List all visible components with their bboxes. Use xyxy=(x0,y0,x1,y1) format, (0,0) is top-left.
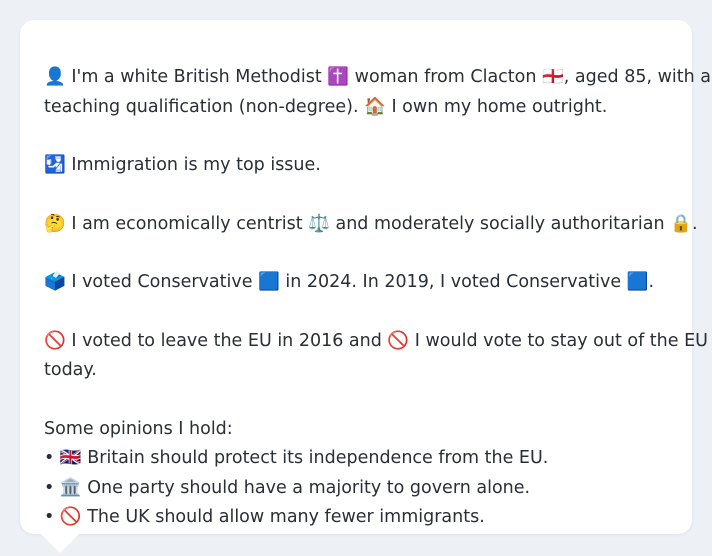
intro-line-2: teaching qualification (non-degree). 🏠 I… xyxy=(44,96,608,117)
eu-line-1: 🚫 I voted to leave the EU in 2016 and 🚫 … xyxy=(44,330,708,351)
opinion-item: • 🏛️ One party should have a majority to… xyxy=(44,477,531,498)
votes-text: 🗳️ I voted Conservative 🟦 in 2024. In 20… xyxy=(44,272,655,292)
opinion-item: • 🚫 The UK should allow many fewer immig… xyxy=(44,507,485,527)
ideology-paragraph: 🤔 I am economically centrist ⚖️ and mode… xyxy=(44,210,698,240)
intro-line-1: 👤 I'm a white British Methodist ✝️ woman… xyxy=(44,67,711,87)
eu-line-2: today. xyxy=(44,360,97,380)
votes-paragraph: 🗳️ I voted Conservative 🟦 in 2024. In 20… xyxy=(44,268,668,298)
intro-paragraph: 👤 I'm a white British Methodist ✝️ woman… xyxy=(44,63,711,122)
top-issue-paragraph: 🛂 Immigration is my top issue. xyxy=(44,151,668,181)
opinions-heading: Some opinions I hold: xyxy=(44,418,233,439)
opinions-paragraph: Some opinions I hold: • 🇬🇧 Britain shoul… xyxy=(44,415,668,533)
eu-paragraph: 🚫 I voted to leave the EU in 2016 and 🚫 … xyxy=(44,327,708,386)
message-bubble: 👤 I'm a white British Methodist ✝️ woman… xyxy=(20,20,711,534)
top-issue-text: 🛂 Immigration is my top issue. xyxy=(44,155,321,175)
bubble-tail xyxy=(40,533,80,553)
ideology-text: 🤔 I am economically centrist ⚖️ and mode… xyxy=(44,213,698,234)
opinion-item: • 🇬🇧 Britain should protect its independ… xyxy=(44,448,549,468)
